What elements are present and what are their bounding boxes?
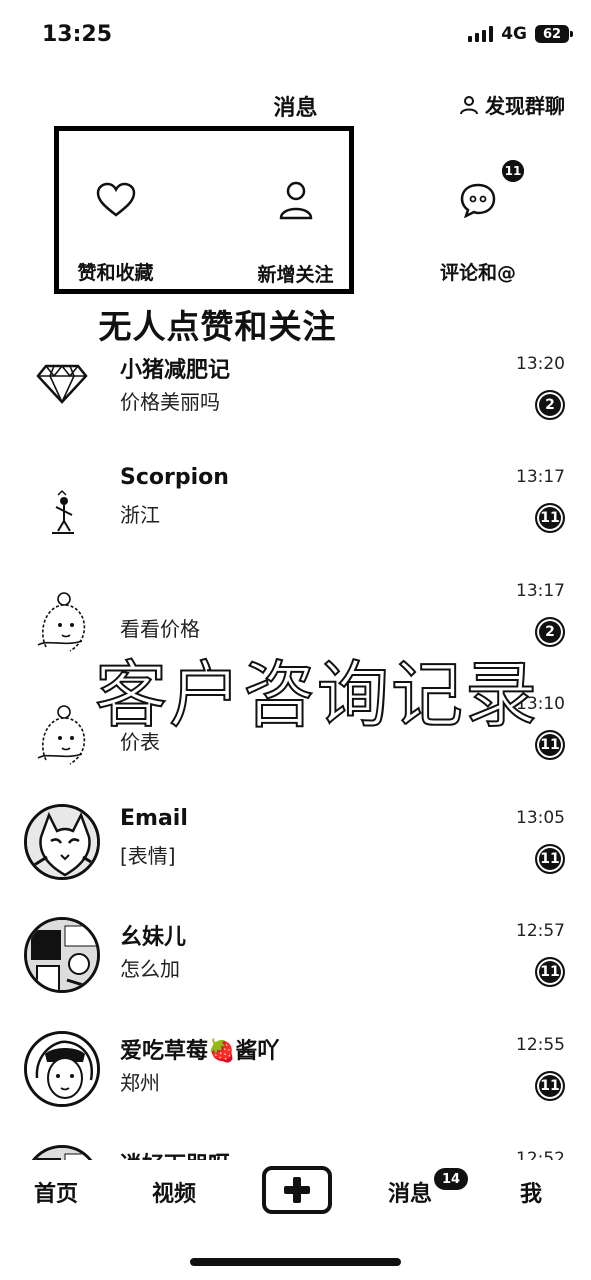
message-row[interactable]: 幺妹儿怎么加 12:57 11 [0,917,591,1030]
message-time: 13:17 [516,581,565,601]
chat-bubble-icon [460,183,496,218]
tab-home[interactable]: 首页 [34,1176,78,1208]
signal-icon [468,26,494,42]
message-time: 13:20 [516,354,565,374]
message-preview: 浙江 [120,503,160,527]
avatar[interactable] [24,340,100,416]
bottom-tab-bar: 首页 视频 消息 14 我 [0,1160,591,1230]
message-row[interactable]: Scorpion 浙江 13:17 11 [0,463,591,576]
avatar[interactable] [24,917,100,993]
message-preview: [表情] [120,844,176,868]
likes-and-favorites-button[interactable]: 赞和收藏 [68,182,163,285]
message-time: 12:57 [516,921,565,941]
avatar[interactable] [24,698,100,774]
network-type: 4G [501,24,527,44]
tab-me[interactable]: 我 [520,1176,542,1208]
heart-icon [96,182,135,217]
unread-count-badge: 11 [535,957,565,987]
contact-name: Scorpion [120,465,229,490]
message-preview: 价格美丽吗 [120,390,220,414]
status-time: 13:25 [42,22,113,47]
avatar[interactable] [24,585,100,661]
home-indicator [190,1258,401,1266]
unread-count-badge: 11 [535,1071,565,1101]
battery-icon: 62 [535,25,573,43]
unread-count-badge: 11 [535,503,565,533]
person-icon [279,181,312,220]
message-preview: 怎么加 [120,957,180,981]
contact-name: 小猪减肥记 [120,358,231,383]
battery-level: 62 [542,26,562,42]
messages-badge: 14 [434,1168,468,1190]
message-row[interactable]: 小猪减肥记价格美丽吗 13:20 2 [0,350,591,463]
comments-and-mentions-button[interactable]: 评论和@ [428,182,528,285]
message-row[interactable]: Email [表情] 13:05 11 [0,804,591,917]
comments-label: 评论和@ [439,262,516,284]
contact-name: Email [120,806,188,831]
discover-label: 发现群聊 [485,94,565,118]
discover-group-chat-button[interactable]: 发现群聊 [459,90,565,119]
comments-badge: 11 [502,160,524,182]
avatar[interactable] [24,804,100,880]
avatar[interactable] [24,471,100,547]
unread-count-badge: 11 [535,730,565,760]
likes-label: 赞和收藏 [77,262,154,284]
contact-name: 爱吃草莓🍓酱吖 [120,1039,280,1064]
tab-video[interactable]: 视频 [152,1176,196,1208]
avatar[interactable] [24,1031,100,1107]
status-indicators: 4G 62 [468,24,573,44]
unread-count-badge: 2 [535,617,565,647]
unread-count-badge: 11 [535,844,565,874]
message-time: 12:55 [516,1035,565,1055]
new-followers-button[interactable]: 新增关注 [248,180,343,287]
create-post-button[interactable] [262,1166,332,1214]
message-time: 13:05 [516,808,565,828]
message-preview: 郑州 [120,1071,160,1095]
unread-count-badge: 2 [535,390,565,420]
new-followers-label: 新增关注 [257,264,334,286]
tab-messages[interactable]: 消息 [388,1176,432,1208]
contact-name: 幺妹儿 [120,925,187,950]
plus-icon [284,1177,310,1203]
annotation-customer-inquiries: 客户咨询记录 [94,652,540,738]
message-row[interactable]: 爱吃草莓🍓酱吖 郑州 12:55 11 [0,1031,591,1144]
message-time: 13:17 [516,467,565,487]
person-icon [460,95,478,114]
